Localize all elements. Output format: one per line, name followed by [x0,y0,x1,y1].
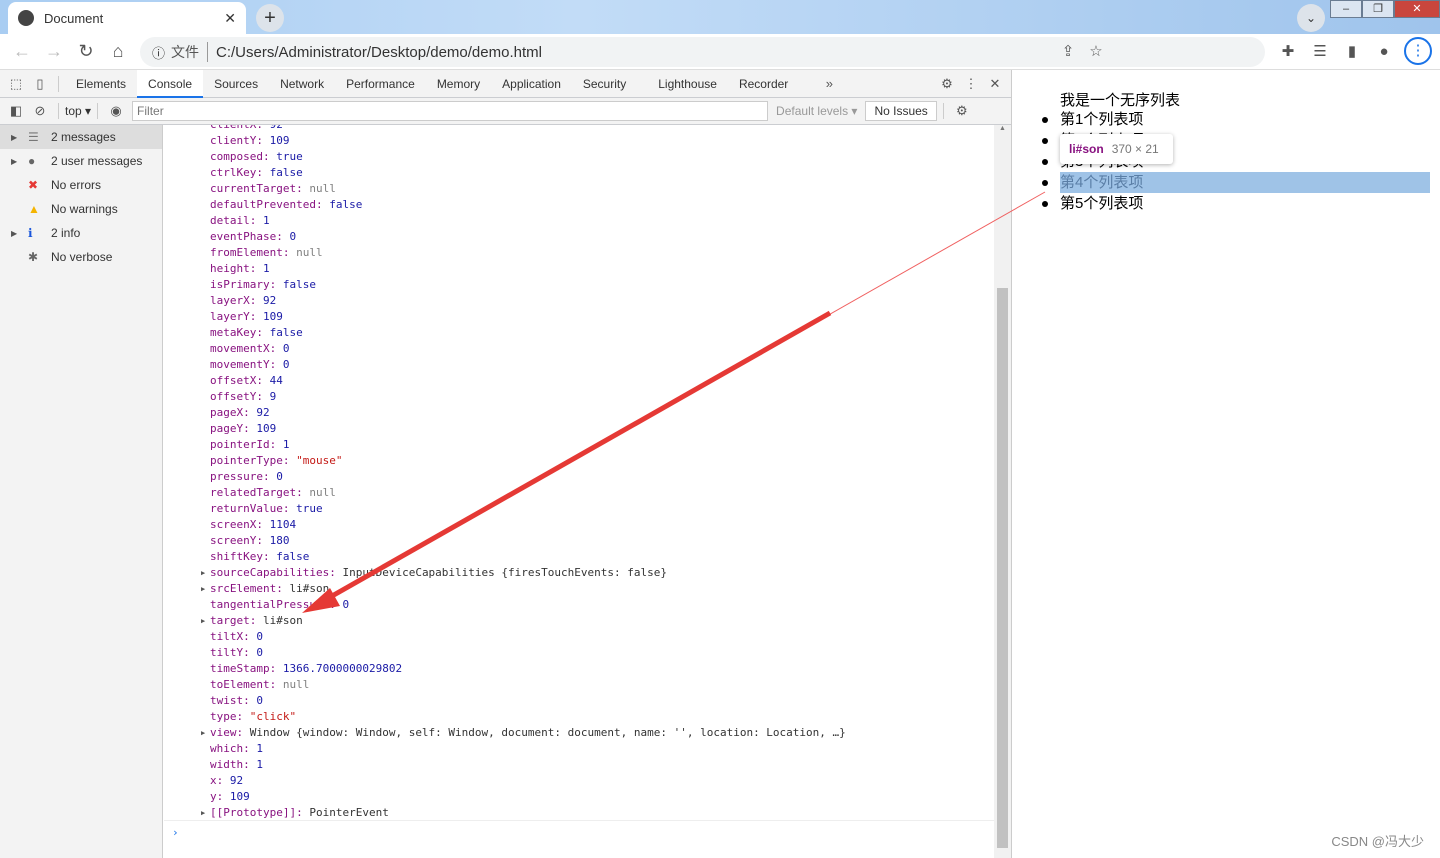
arrow-shaft [323,310,832,603]
annotation-arrow [302,191,1046,613]
arrow-head [302,588,340,613]
